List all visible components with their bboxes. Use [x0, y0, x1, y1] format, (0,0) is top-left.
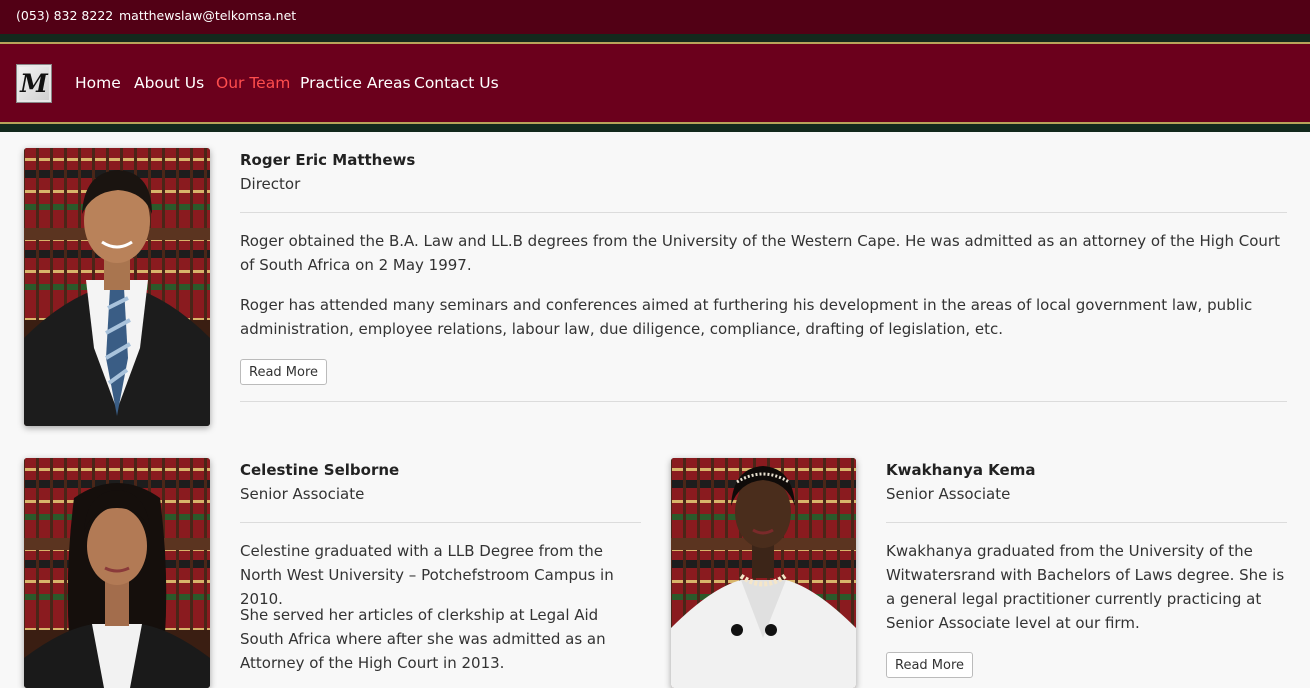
- member-role: Senior Associate: [886, 485, 1011, 503]
- divider: [240, 522, 641, 523]
- divider: [240, 401, 1287, 402]
- header-stripe-bottom: [0, 124, 1310, 132]
- main-navbar: M Home About Us Our Team Practice Areas …: [0, 44, 1310, 122]
- member-name: Roger Eric Matthews: [240, 151, 416, 169]
- member-role: Senior Associate: [240, 485, 365, 503]
- member-bio-paragraph: Roger has attended many seminars and con…: [240, 296, 1253, 338]
- member-bio-paragraph: Roger obtained the B.A. Law and LL.B deg…: [240, 232, 1280, 274]
- divider: [240, 212, 1287, 213]
- top-contact-bar: (053) 832 8222 matthewslaw@telkomsa.net: [0, 0, 1310, 34]
- divider: [886, 522, 1287, 523]
- member-bio-paragraph: Kwakhanya graduated from the University …: [886, 542, 1285, 632]
- team-photo-celestine: [24, 458, 210, 688]
- phone-number[interactable]: (053) 832 8222: [16, 8, 113, 23]
- team-photo-kwakhanya: [671, 458, 856, 688]
- nav-home[interactable]: Home: [75, 74, 121, 92]
- read-more-button[interactable]: Read More: [240, 359, 328, 385]
- member-name: Celestine Selborne: [240, 461, 400, 479]
- email-link[interactable]: matthewslaw@telkomsa.net: [119, 8, 296, 23]
- member-role: Director: [240, 175, 301, 193]
- nav-practice-areas[interactable]: Practice Areas: [300, 74, 411, 92]
- member-bio-paragraph: She served her articles of clerkship at …: [240, 606, 606, 672]
- read-more-button[interactable]: Read More: [886, 652, 974, 678]
- nav-contact-us[interactable]: Contact Us: [414, 74, 499, 92]
- nav-about-us[interactable]: About Us: [134, 74, 204, 92]
- member-bio-paragraph: Celestine graduated with a LLB Degree fr…: [240, 542, 614, 608]
- nav-our-team[interactable]: Our Team: [216, 74, 290, 92]
- team-photo-roger: [24, 148, 210, 426]
- member-name: Kwakhanya Kema: [886, 461, 1036, 479]
- logo[interactable]: M: [16, 64, 52, 103]
- header-stripe-top: [0, 34, 1310, 42]
